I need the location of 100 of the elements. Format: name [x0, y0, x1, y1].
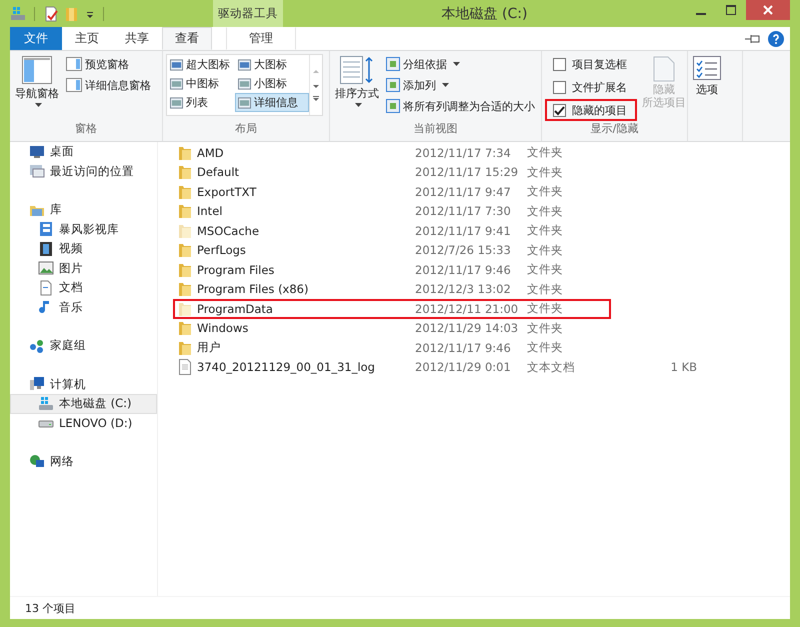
- group-label: 显示/隐藏: [590, 121, 640, 137]
- modified-date: 2012/11/17 15:29: [415, 165, 520, 180]
- nav-item[interactable]: 图片: [10, 258, 157, 278]
- view-icon: [170, 96, 183, 108]
- file-row[interactable]: Intel 2012/11/17 7:30 文件夹: [173, 202, 713, 221]
- checklist-icon: [693, 56, 721, 80]
- modified-date: 2012/12/11 21:00: [415, 302, 520, 316]
- file-type: 文件夹: [527, 204, 564, 219]
- nav-item[interactable]: 桌面: [10, 142, 157, 162]
- options-button[interactable]: 选项: [691, 54, 723, 121]
- pane-icon: [66, 57, 82, 71]
- nav-item[interactable]: 家庭组: [10, 336, 157, 356]
- pane-layout-icon: [22, 56, 52, 84]
- navigation-pane-button[interactable]: 导航窗格: [13, 54, 61, 121]
- ribbon-tab[interactable]: 查看: [162, 27, 212, 50]
- recent-places-icon: [29, 163, 45, 180]
- layout-option[interactable]: 小图标: [235, 74, 309, 93]
- file-row[interactable]: MSOCache 2012/11/17 9:41 文件夹: [173, 221, 713, 240]
- file-type: 文件夹: [527, 242, 564, 258]
- file-row[interactable]: Default 2012/11/17 15:29 文件夹: [173, 162, 713, 182]
- nav-item[interactable]: LENOVO (D:): [10, 414, 157, 433]
- context-tab-header: 驱动器工具: [213, 0, 283, 27]
- file-type: 文件夹: [527, 340, 564, 356]
- file-name: Default: [197, 165, 240, 180]
- nav-item[interactable]: 暴风影视库: [10, 220, 157, 239]
- monitor-icon: [29, 144, 45, 160]
- ribbon-tab[interactable]: 共享: [112, 27, 162, 50]
- nav-item[interactable]: 音乐: [10, 298, 157, 317]
- file-type: 文件夹: [527, 164, 564, 180]
- file-row[interactable]: 用户 2012/11/17 9:46 文件夹: [173, 338, 713, 358]
- file-size: 1 KB: [670, 360, 697, 374]
- file-row[interactable]: PerfLogs 2012/7/26 15:33 文件夹: [173, 240, 713, 260]
- film-icon: [38, 240, 54, 257]
- file-row[interactable]: 3740_20121129_00_01_31_log 2012/11/29 0:01 文本文档 1 KB: [173, 358, 713, 377]
- column-icon: [386, 99, 400, 113]
- file-row[interactable]: ExportTXT 2012/11/17 9:47 文件夹: [173, 182, 713, 202]
- view-button[interactable]: 分组依据: [384, 54, 537, 74]
- modified-date: 2012/12/3 13:02: [415, 282, 512, 296]
- file-name: PerfLogs: [197, 243, 247, 258]
- computer-icon: [29, 376, 45, 392]
- ribbon-tab[interactable]: 主页: [62, 27, 112, 50]
- properties-icon[interactable]: [43, 6, 59, 22]
- gallery-scroll-icon[interactable]: [312, 67, 320, 103]
- checkbox[interactable]: [553, 58, 566, 72]
- pin-icon[interactable]: [744, 32, 762, 44]
- view-icon: [238, 78, 251, 90]
- layout-option[interactable]: 大图标: [235, 55, 309, 74]
- modified-date: 2012/11/29 14:03: [415, 321, 520, 336]
- picture-icon: [38, 260, 54, 276]
- media-library-icon: [38, 221, 54, 238]
- view-button[interactable]: 添加列: [384, 75, 537, 95]
- nav-item[interactable]: 视频: [10, 239, 157, 258]
- column-icon: [386, 57, 400, 71]
- layout-option[interactable]: 超大图标: [167, 55, 235, 74]
- nav-item[interactable]: 本地磁盘 (C:): [10, 394, 157, 414]
- checkbox-option[interactable]: 项目复选框: [545, 54, 637, 76]
- help-icon[interactable]: [768, 30, 784, 46]
- nav-item[interactable]: 网络: [10, 452, 157, 472]
- file-row[interactable]: AMD 2012/11/17 7:34 文件夹: [173, 143, 713, 162]
- file-row[interactable]: ProgramData 2012/12/11 21:00 文件夹: [173, 299, 713, 318]
- sort-icon: [340, 56, 374, 84]
- modified-date: 2012/11/17 9:46: [415, 262, 512, 277]
- nav-item[interactable]: 文档: [10, 278, 157, 298]
- file-name: Intel: [197, 204, 224, 218]
- checkbox-option[interactable]: 文件扩展名: [545, 76, 637, 98]
- sort-by-button[interactable]: 排序方式: [333, 54, 381, 121]
- checkbox-option[interactable]: 隐藏的项目: [545, 99, 637, 121]
- modified-date: 2012/11/29 0:01: [415, 360, 512, 374]
- column-icon: [386, 78, 400, 92]
- nav-item[interactable]: 计算机: [10, 374, 157, 394]
- nav-item[interactable]: 最近访问的位置: [10, 162, 157, 181]
- file-type: 文件夹: [527, 145, 564, 160]
- layout-option[interactable]: 列表: [167, 93, 235, 112]
- layout-option[interactable]: 中图标: [167, 74, 235, 93]
- close-button[interactable]: [746, 0, 790, 20]
- minimize-icon: [696, 13, 706, 15]
- checkbox[interactable]: [553, 81, 566, 94]
- modified-date: 2012/7/26 15:33: [415, 243, 512, 258]
- nav-item[interactable]: 库: [10, 200, 157, 220]
- modified-date: 2012/11/17 7:30: [415, 204, 512, 218]
- file-name: ProgramData: [197, 302, 274, 316]
- modified-date: 2012/11/17 9:46: [415, 340, 512, 355]
- window-title: 本地磁盘 (C:): [440, 4, 528, 22]
- layout-option[interactable]: 详细信息: [235, 93, 309, 112]
- view-button[interactable]: 将所有列调整为合适的大小: [384, 96, 537, 116]
- pane-button[interactable]: 详细信息窗格: [64, 75, 153, 95]
- file-name: 用户: [197, 340, 222, 356]
- group-label: 当前视图: [412, 121, 458, 137]
- file-type: 文本文档: [527, 360, 576, 375]
- pane-button[interactable]: 预览窗格: [64, 54, 153, 74]
- ribbon-tab[interactable]: 文件: [10, 27, 62, 50]
- file-name: Program Files (x86): [197, 282, 310, 296]
- file-row[interactable]: Program Files 2012/11/17 9:46 文件夹: [173, 260, 713, 280]
- checkbox[interactable]: [553, 104, 566, 117]
- view-icon: [170, 58, 183, 70]
- modified-date: 2012/11/17 9:47: [415, 184, 512, 199]
- pane-icon: [66, 78, 82, 92]
- file-name: Windows: [197, 321, 250, 336]
- file-row[interactable]: Program Files (x86) 2012/12/3 13:02 文件夹: [173, 280, 713, 299]
- file-row[interactable]: Windows 2012/11/29 14:03 文件夹: [173, 318, 713, 338]
